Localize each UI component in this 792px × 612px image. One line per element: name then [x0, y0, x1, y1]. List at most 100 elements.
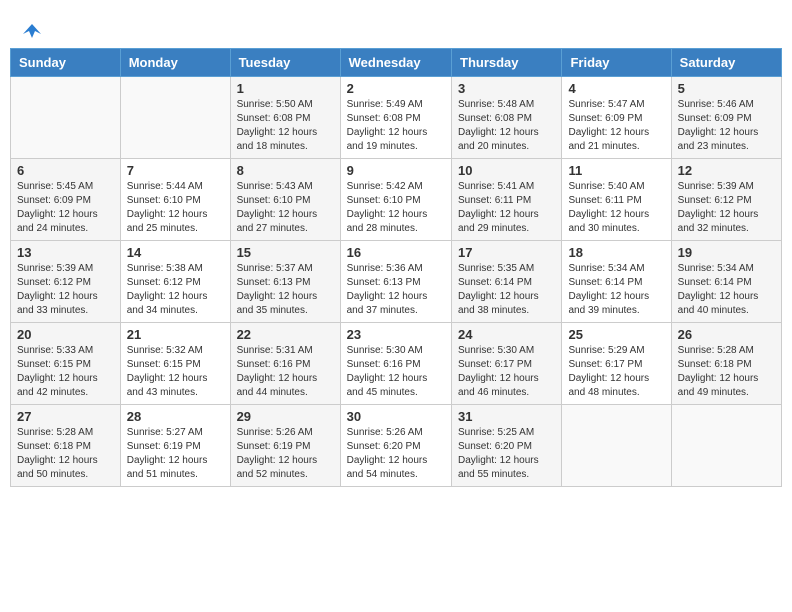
sunset-text: Sunset: 6:14 PM: [678, 276, 775, 290]
sunset-text: Sunset: 6:13 PM: [347, 276, 445, 290]
calendar-day-cell: 5Sunrise: 5:46 AMSunset: 6:09 PMDaylight…: [671, 77, 781, 159]
calendar-day-cell: [11, 77, 121, 159]
day-info: Sunrise: 5:25 AMSunset: 6:20 PMDaylight:…: [458, 426, 555, 482]
calendar-day-cell: 21 Sunrise: 5:32 AMSunset: 6:15 PMDayligh…: [120, 323, 230, 405]
sunset-text: Sunset: 6:18 PM: [17, 440, 114, 454]
day-info: Sunrise: 5:28 AMSunset: 6:18 PMDaylight:…: [678, 344, 775, 400]
day-info: Sunrise: 5:38 AMSunset: 6:12 PMDaylight:…: [127, 262, 224, 318]
day-number: 26: [678, 327, 775, 342]
day-info: Sunrise: 5:32 AMSunset: 6:15 PMDaylight:…: [127, 344, 224, 400]
day-info: Sunrise: 5:37 AMSunset: 6:13 PMDaylight:…: [237, 262, 334, 318]
day-number: 22: [237, 327, 334, 342]
day-number: 2: [347, 81, 445, 96]
calendar-day-cell: 6Sunrise: 5:45 AMSunset: 6:09 PMDaylight…: [11, 159, 121, 241]
calendar-day-cell: 22 Sunrise: 5:31 AMSunset: 6:16 PMDayligh…: [230, 323, 340, 405]
daylight-text: Daylight: 12 hours and 19 minutes.: [347, 126, 445, 154]
weekday-header-wednesday: Wednesday: [340, 49, 451, 77]
day-number: 30: [347, 409, 445, 424]
sunset-text: Sunset: 6:08 PM: [458, 112, 555, 126]
sunrise-text: Sunrise: 5:43 AM: [237, 180, 334, 194]
calendar-day-cell: 1Sunrise: 5:50 AMSunset: 6:08 PMDaylight…: [230, 77, 340, 159]
sunset-text: Sunset: 6:15 PM: [127, 358, 224, 372]
calendar-day-cell: 25Sunrise: 5:29 AMSunset: 6:17 PMDayligh…: [562, 323, 671, 405]
calendar-day-cell: 28Sunrise: 5:27 AMSunset: 6:19 PMDayligh…: [120, 405, 230, 487]
day-info: Sunrise: 5:44 AMSunset: 6:10 PMDaylight:…: [127, 180, 224, 236]
sunrise-text: Sunrise: 5:28 AM: [678, 344, 775, 358]
day-info: Sunrise: 5:40 AMSunset: 6:11 PMDaylight:…: [568, 180, 664, 236]
sunset-text: Sunset: 6:11 PM: [568, 194, 664, 208]
logo-bird-icon: [21, 20, 43, 42]
weekday-header-sunday: Sunday: [11, 49, 121, 77]
sunrise-text: Sunrise: 5:31 AM: [237, 344, 334, 358]
daylight-text: Daylight: 12 hours and 37 minutes.: [347, 290, 445, 318]
daylight-text: Daylight: 12 hours and 42 minutes.: [17, 372, 114, 400]
sunset-text: Sunset: 6:18 PM: [678, 358, 775, 372]
sunset-text: Sunset: 6:12 PM: [127, 276, 224, 290]
daylight-text: Daylight: 12 hours and 21 minutes.: [568, 126, 664, 154]
day-info: Sunrise: 5:33 AMSunset: 6:15 PMDaylight:…: [17, 344, 114, 400]
sunset-text: Sunset: 6:11 PM: [458, 194, 555, 208]
day-info: Sunrise: 5:26 AMSunset: 6:19 PMDaylight:…: [237, 426, 334, 482]
sunrise-text: Sunrise: 5:34 AM: [678, 262, 775, 276]
day-number: 17: [458, 245, 555, 260]
weekday-header-tuesday: Tuesday: [230, 49, 340, 77]
calendar-day-cell: 2 Sunrise: 5:49 AMSunset: 6:08 PMDaylight…: [340, 77, 451, 159]
sunrise-text: Sunrise: 5:49 AM: [347, 98, 445, 112]
sunset-text: Sunset: 6:08 PM: [237, 112, 334, 126]
sunset-text: Sunset: 6:08 PM: [347, 112, 445, 126]
day-info: Sunrise: 5:31 AMSunset: 6:16 PMDaylight:…: [237, 344, 334, 400]
daylight-text: Daylight: 12 hours and 50 minutes.: [17, 454, 114, 482]
day-number: 11: [568, 163, 664, 178]
daylight-text: Daylight: 12 hours and 28 minutes.: [347, 208, 445, 236]
day-number: 5: [678, 81, 775, 96]
weekday-header-monday: Monday: [120, 49, 230, 77]
sunrise-text: Sunrise: 5:33 AM: [17, 344, 114, 358]
sunrise-text: Sunrise: 5:41 AM: [458, 180, 555, 194]
daylight-text: Daylight: 12 hours and 30 minutes.: [568, 208, 664, 236]
day-info: Sunrise: 5:29 AMSunset: 6:17 PMDaylight:…: [568, 344, 664, 400]
day-number: 20: [17, 327, 114, 342]
calendar-day-cell: 26 Sunrise: 5:28 AMSunset: 6:18 PMDayligh…: [671, 323, 781, 405]
sunrise-text: Sunrise: 5:36 AM: [347, 262, 445, 276]
day-number: 21: [127, 327, 224, 342]
daylight-text: Daylight: 12 hours and 18 minutes.: [237, 126, 334, 154]
sunset-text: Sunset: 6:12 PM: [17, 276, 114, 290]
day-info: Sunrise: 5:39 AMSunset: 6:12 PMDaylight:…: [678, 180, 775, 236]
day-info: Sunrise: 5:45 AMSunset: 6:09 PMDaylight:…: [17, 180, 114, 236]
daylight-text: Daylight: 12 hours and 38 minutes.: [458, 290, 555, 318]
daylight-text: Daylight: 12 hours and 45 minutes.: [347, 372, 445, 400]
daylight-text: Daylight: 12 hours and 43 minutes.: [127, 372, 224, 400]
calendar-day-cell: 15Sunrise: 5:37 AMSunset: 6:13 PMDayligh…: [230, 241, 340, 323]
weekday-header-friday: Friday: [562, 49, 671, 77]
day-number: 31: [458, 409, 555, 424]
day-number: 1: [237, 81, 334, 96]
calendar-week-row: 6Sunrise: 5:45 AMSunset: 6:09 PMDaylight…: [11, 159, 782, 241]
daylight-text: Daylight: 12 hours and 23 minutes.: [678, 126, 775, 154]
sunset-text: Sunset: 6:09 PM: [678, 112, 775, 126]
calendar-day-cell: 20 Sunrise: 5:33 AMSunset: 6:15 PMDayligh…: [11, 323, 121, 405]
daylight-text: Daylight: 12 hours and 48 minutes.: [568, 372, 664, 400]
daylight-text: Daylight: 12 hours and 49 minutes.: [678, 372, 775, 400]
daylight-text: Daylight: 12 hours and 27 minutes.: [237, 208, 334, 236]
day-info: Sunrise: 5:30 AMSunset: 6:16 PMDaylight:…: [347, 344, 445, 400]
calendar-day-cell: 16Sunrise: 5:36 AMSunset: 6:13 PMDayligh…: [340, 241, 451, 323]
calendar-day-cell: 9Sunrise: 5:42 AMSunset: 6:10 PMDaylight…: [340, 159, 451, 241]
calendar-day-cell: 31 Sunrise: 5:25 AMSunset: 6:20 PMDayligh…: [452, 405, 562, 487]
sunrise-text: Sunrise: 5:44 AM: [127, 180, 224, 194]
weekday-header-saturday: Saturday: [671, 49, 781, 77]
sunset-text: Sunset: 6:13 PM: [237, 276, 334, 290]
daylight-text: Daylight: 12 hours and 33 minutes.: [17, 290, 114, 318]
daylight-text: Daylight: 12 hours and 55 minutes.: [458, 454, 555, 482]
day-number: 18: [568, 245, 664, 260]
day-number: 14: [127, 245, 224, 260]
day-info: Sunrise: 5:28 AMSunset: 6:18 PMDaylight:…: [17, 426, 114, 482]
day-number: 28: [127, 409, 224, 424]
day-info: Sunrise: 5:39 AMSunset: 6:12 PMDaylight:…: [17, 262, 114, 318]
sunrise-text: Sunrise: 5:48 AM: [458, 98, 555, 112]
day-number: 4: [568, 81, 664, 96]
daylight-text: Daylight: 12 hours and 35 minutes.: [237, 290, 334, 318]
day-info: Sunrise: 5:26 AMSunset: 6:20 PMDaylight:…: [347, 426, 445, 482]
day-info: Sunrise: 5:34 AMSunset: 6:14 PMDaylight:…: [568, 262, 664, 318]
calendar-day-cell: 3Sunrise: 5:48 AMSunset: 6:08 PMDaylight…: [452, 77, 562, 159]
calendar-week-row: 13Sunrise: 5:39 AMSunset: 6:12 PMDayligh…: [11, 241, 782, 323]
